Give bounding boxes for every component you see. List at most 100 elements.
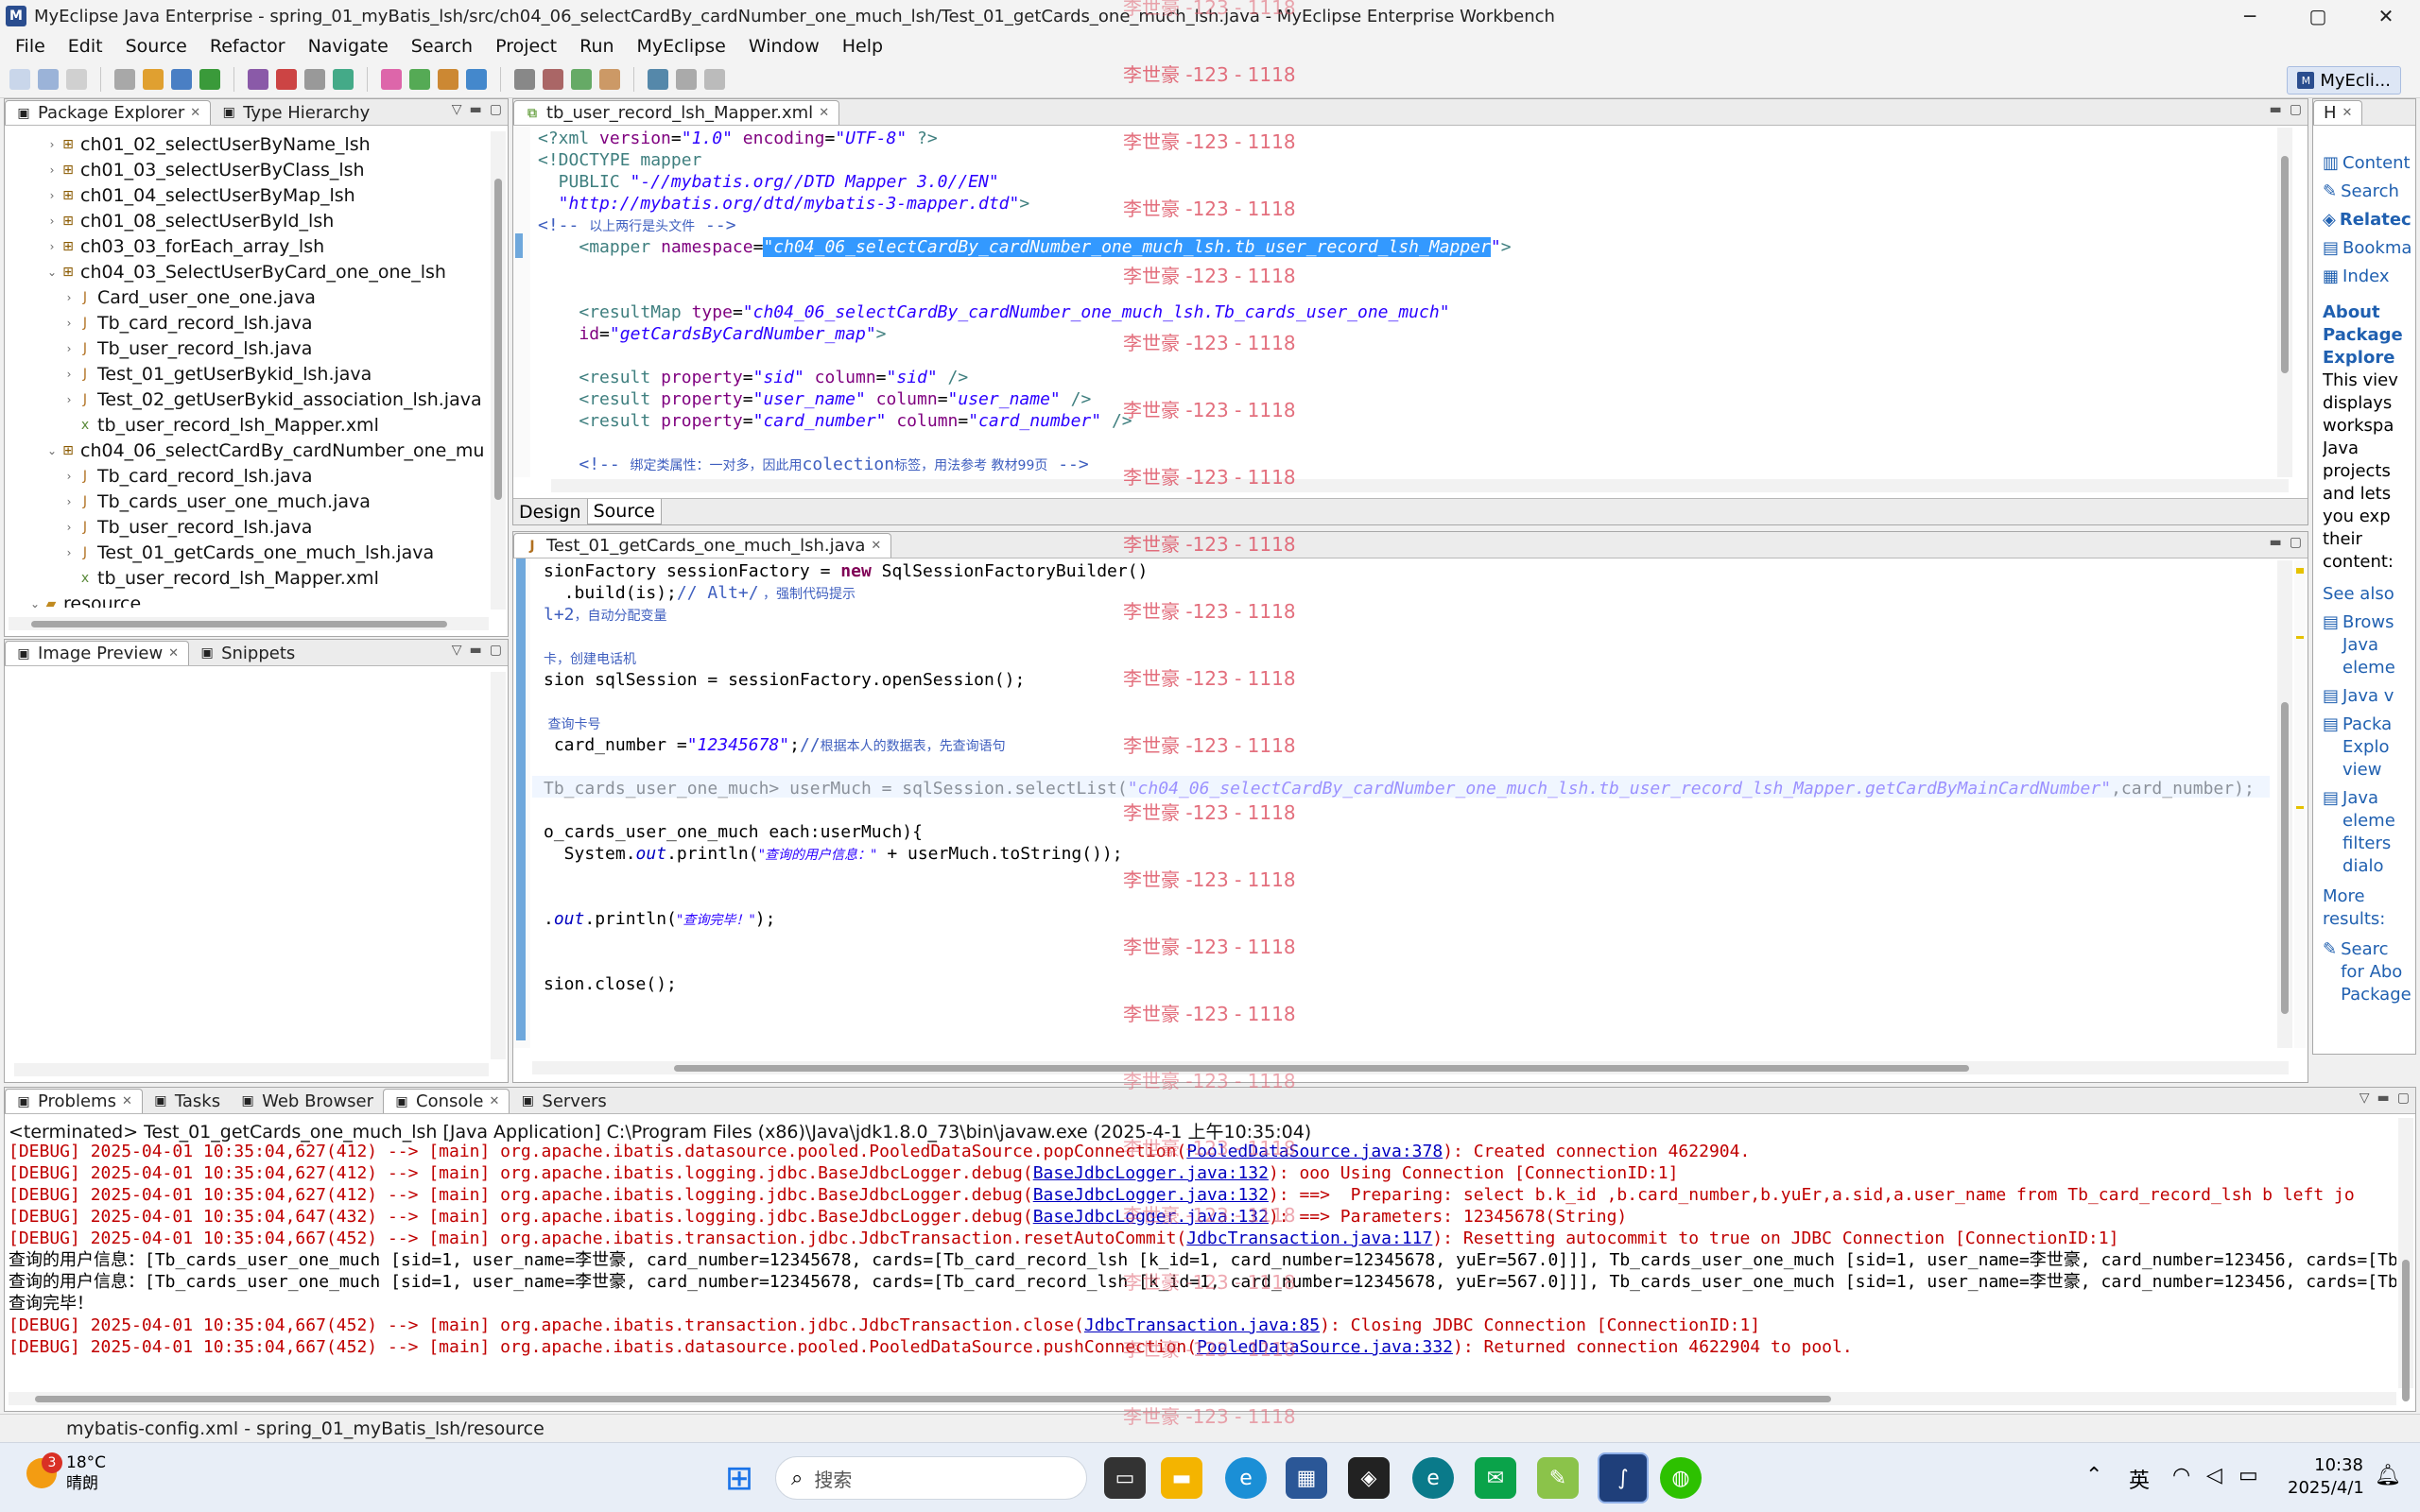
close-button[interactable]: ✕ — [2352, 0, 2420, 32]
tab-type-hierarchy[interactable]: ▣ Type Hierarchy — [211, 100, 379, 125]
menu-file[interactable]: File — [4, 36, 57, 57]
menu-run[interactable]: Run — [568, 36, 625, 57]
next-icon[interactable] — [599, 68, 620, 90]
edge-dev-icon[interactable]: e — [1412, 1457, 1454, 1499]
expand-twisty-icon[interactable]: › — [44, 189, 60, 202]
close-tab-icon[interactable]: ✕ — [122, 1094, 132, 1108]
tree-item[interactable]: › J Tb_user_record_lsh.java — [10, 335, 485, 361]
menu-search[interactable]: Search — [400, 36, 484, 57]
close-tab-icon[interactable]: ✕ — [190, 106, 200, 120]
refactor-icon[interactable] — [409, 68, 430, 90]
expand-twisty-icon[interactable]: › — [61, 393, 77, 406]
myeclipse-taskbar-icon[interactable]: ∫ — [1598, 1452, 1649, 1503]
console-source-link[interactable]: BaseJdbcLogger.java:132 — [1033, 1185, 1269, 1205]
package-tree-hscroll-thumb[interactable] — [31, 621, 447, 627]
tree-item[interactable]: › J Card_user_one_one.java — [10, 284, 485, 310]
open-type-icon[interactable] — [333, 68, 354, 90]
xml-editor-vscroll[interactable] — [2277, 128, 2292, 477]
help-item[interactable]: ✎ Search — [2323, 180, 2413, 203]
start-icon[interactable]: ⊞ — [718, 1457, 760, 1499]
tree-item[interactable]: › ⊞ ch03_03_forEach_array_lsh — [10, 233, 485, 259]
menu-refactor[interactable]: Refactor — [199, 36, 297, 57]
menu-navigate[interactable]: Navigate — [297, 36, 400, 57]
volume-icon[interactable]: ◁ — [2206, 1464, 2222, 1487]
debug-icon[interactable] — [199, 68, 220, 90]
console-source-link[interactable]: JdbcTransaction.java:117 — [1186, 1228, 1432, 1248]
minimize-view-icon[interactable]: ▬ — [2377, 1091, 2390, 1106]
forward-icon[interactable] — [571, 68, 592, 90]
java-editor-vscroll-thumb[interactable] — [2281, 702, 2289, 1014]
file-explorer-icon[interactable]: ▬ — [1161, 1457, 1202, 1499]
tree-item[interactable]: › ⊞ ch01_02_selectUserByName_lsh — [10, 131, 485, 157]
tree-item[interactable]: › J Test_01_getCards_one_much_lsh.java — [10, 540, 485, 565]
tree-item[interactable]: ⌄ ⊞ ch04_03_SelectUserByCard_one_one_lsh — [10, 259, 485, 284]
server-icon[interactable] — [276, 68, 297, 90]
expand-twisty-icon[interactable]: › — [61, 317, 77, 330]
help-item[interactable]: ▤ Bookma — [2323, 237, 2413, 260]
menu-window[interactable]: Window — [737, 36, 831, 57]
maximize-button[interactable]: ▢ — [2284, 0, 2352, 32]
expand-twisty-icon[interactable]: › — [44, 240, 60, 253]
console-vscroll[interactable] — [2398, 1118, 2413, 1401]
package-tree-hscroll[interactable] — [9, 617, 489, 630]
tab-java-test[interactable]: J Test_01_getCards_one_much_lsh.java ✕ — [513, 533, 892, 558]
nav-icon[interactable] — [704, 68, 725, 90]
console-vscroll-thumb[interactable] — [2402, 1260, 2410, 1401]
new-project-icon[interactable] — [143, 68, 164, 90]
new-icon[interactable] — [9, 68, 30, 90]
tree-item[interactable]: › J Tb_card_record_lsh.java — [10, 463, 485, 489]
tab-help[interactable]: H ✕ — [2313, 100, 2363, 125]
tree-item[interactable]: › ⊞ ch01_08_selectUserById_lsh — [10, 208, 485, 233]
console-source-link[interactable]: BaseJdbcLogger.java:132 — [1033, 1207, 1269, 1227]
taskbar-search-box[interactable]: ⌕ 搜索 — [775, 1456, 1087, 1500]
expand-twisty-icon[interactable]: › — [44, 163, 60, 177]
tab-design[interactable]: Design — [513, 499, 587, 524]
print-icon[interactable] — [114, 68, 135, 90]
console-source-link[interactable]: JdbcTransaction.java:85 — [1084, 1315, 1320, 1335]
tab-tasks[interactable]: ▣ Tasks — [143, 1089, 230, 1113]
xml-editor-vscroll-thumb[interactable] — [2281, 156, 2289, 373]
tab-console[interactable]: ▣ Console ✕ — [383, 1089, 510, 1113]
chat-app-icon[interactable]: ✉ — [1475, 1457, 1516, 1499]
expand-twisty-icon[interactable]: › — [61, 521, 77, 534]
package-tree-vscroll[interactable] — [491, 131, 506, 610]
tree-item[interactable]: x tb_user_record_lsh_Mapper.xml — [10, 412, 485, 438]
pin-icon[interactable] — [676, 68, 697, 90]
expand-twisty-icon[interactable]: ⌄ — [44, 444, 60, 457]
tree-item[interactable]: ⌄ ⊞ ch04_06_selectCardBy_cardNumber_one_mu… — [10, 438, 485, 463]
close-tab-icon[interactable]: ✕ — [168, 646, 179, 661]
tab-source[interactable]: Source — [586, 499, 662, 524]
tree-item[interactable]: x tb_user_record_lsh_Mapper.xml — [10, 565, 485, 591]
help-link[interactable]: ▤ Packa Explo view — [2323, 713, 2413, 782]
warning-marker[interactable] — [2296, 806, 2304, 809]
menu-source[interactable]: Source — [114, 36, 199, 57]
prev-icon[interactable] — [648, 68, 668, 90]
tab-servers[interactable]: ▣ Servers — [510, 1089, 615, 1113]
minimize-view-icon[interactable]: ▬ — [470, 102, 482, 117]
tray-chevron-icon[interactable]: ⌃ — [2085, 1464, 2102, 1487]
maximize-view-icon[interactable]: ▢ — [490, 643, 502, 658]
java-code-area[interactable]: sionFactory sessionFactory = new SqlSess… — [544, 560, 2270, 1031]
help-item[interactable]: ▦ Index — [2323, 266, 2413, 288]
tree-item[interactable]: › J Tb_card_record_lsh.java — [10, 310, 485, 335]
expand-twisty-icon[interactable]: ⌄ — [27, 597, 43, 609]
menu-project[interactable]: Project — [484, 36, 568, 57]
menu-help[interactable]: Help — [831, 36, 894, 57]
web-icon[interactable] — [466, 68, 487, 90]
tree-item[interactable]: › J Tb_cards_user_one_much.java — [10, 489, 485, 514]
tree-item[interactable]: › J Test_02_getUserBykid_association_lsh.j… — [10, 387, 485, 412]
help-more-results[interactable]: More results: — [2323, 885, 2413, 931]
tab-xml-mapper[interactable]: ⧉ tb_user_record_lsh_Mapper.xml ✕ — [513, 100, 840, 125]
expand-twisty-icon[interactable]: › — [44, 138, 60, 151]
tree-item[interactable]: ⌄ ▰ resource — [10, 591, 485, 609]
minimize-view-icon[interactable]: ▬ — [2270, 102, 2282, 117]
close-tab-icon[interactable]: ✕ — [2342, 106, 2353, 120]
database-icon[interactable] — [514, 68, 535, 90]
xml-code-area[interactable]: <?xml version="1.0" encoding="UTF-8" ?> <… — [538, 128, 2270, 481]
wechat-icon[interactable]: ◍ — [1660, 1457, 1702, 1499]
expand-twisty-icon[interactable]: › — [61, 291, 77, 304]
menu-myeclipse[interactable]: MyEclipse — [626, 36, 737, 57]
expand-twisty-icon[interactable]: › — [61, 470, 77, 483]
save-icon[interactable] — [38, 68, 59, 90]
tree-item[interactable]: › J Test_01_getUserBykid_lsh.java — [10, 361, 485, 387]
